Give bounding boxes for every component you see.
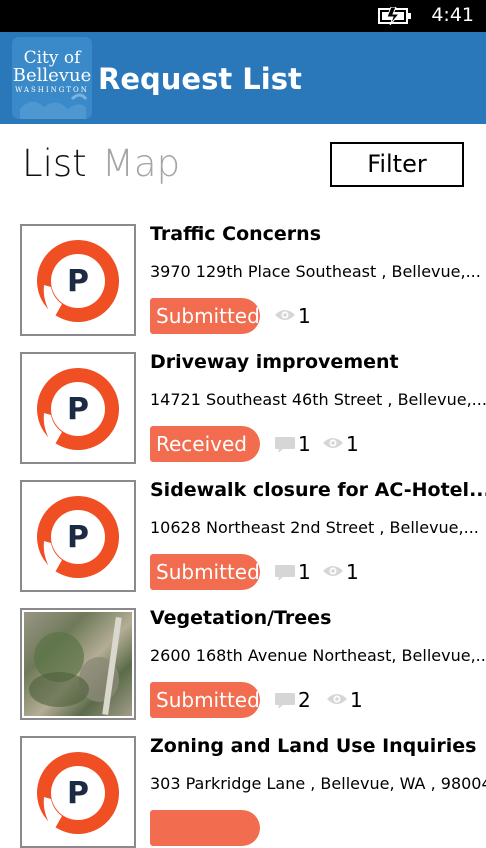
list-item[interactable]: P Zoning and Land Use Inquiries 303 Park… [0, 735, 486, 848]
request-title: Driveway improvement [150, 351, 399, 373]
svg-text:P: P [67, 520, 89, 555]
list-item[interactable]: Vegetation/Trees 2600 168th Avenue North… [0, 607, 486, 720]
city-of-bellevue-logo: City of Bellevue WASHINGTON [12, 37, 92, 119]
request-thumbnail: P [20, 480, 136, 592]
list-item[interactable]: P Driveway improvement 14721 Southeast 4… [0, 351, 486, 464]
comment-icon [275, 693, 295, 709]
eye-icon [323, 566, 343, 576]
status-badge: Submitted [150, 298, 260, 334]
comment-icon [275, 437, 295, 453]
request-address: 3970 129th Place Southeast , Bellevue,..… [150, 262, 481, 281]
request-title: Vegetation/Trees [150, 607, 332, 629]
request-thumbnail [20, 608, 136, 720]
view-count-value: 1 [350, 688, 363, 712]
status-badge: Received [150, 426, 260, 462]
list-item[interactable]: P Sidewalk closure for AC-Hotel... 10628… [0, 479, 486, 592]
parking-logo-icon: P [37, 752, 119, 834]
tab-list[interactable]: List [22, 142, 87, 185]
request-address: 2600 168th Avenue Northeast, Bellevue,..… [150, 646, 486, 665]
filter-button[interactable]: Filter [330, 142, 464, 187]
eye-icon [327, 694, 347, 704]
request-address: 14721 Southeast 46th Street , Bellevue,.… [150, 390, 486, 409]
status-badge: Submitted [150, 682, 260, 718]
request-address: 10628 Northeast 2nd Street , Bellevue,..… [150, 518, 479, 537]
comment-count-value: 2 [298, 688, 311, 712]
parking-logo-icon: P [37, 240, 119, 322]
request-title: Traffic Concerns [150, 223, 322, 245]
request-title: Sidewalk closure for AC-Hotel... [150, 479, 486, 501]
vegetation-photo [24, 612, 132, 716]
list-item[interactable]: P Traffic Concerns 3970 129th Place Sout… [0, 223, 486, 336]
request-thumbnail: P [20, 736, 136, 848]
eye-icon [323, 438, 343, 448]
request-address: 303 Parkridge Lane , Bellevue, WA , 9800… [150, 774, 486, 793]
request-thumbnail: P [20, 352, 136, 464]
parking-logo-icon: P [37, 368, 119, 450]
svg-text:P: P [67, 264, 89, 299]
comment-icon [275, 565, 295, 581]
status-badge: Submitted [150, 554, 260, 590]
view-count-value: 1 [346, 560, 359, 584]
svg-text:P: P [67, 776, 89, 811]
request-title: Zoning and Land Use Inquiries [150, 735, 477, 757]
request-thumbnail: P [20, 224, 136, 336]
parking-logo-icon: P [37, 496, 119, 578]
status-badge [150, 810, 260, 846]
view-count-value: 1 [346, 432, 359, 456]
svg-text:P: P [67, 392, 89, 427]
logo-state-text: WASHINGTON [15, 86, 89, 94]
page-title: Request List [98, 62, 302, 96]
status-bar: 4:41 [0, 0, 486, 32]
comment-count-value: 1 [298, 432, 311, 456]
battery-charging-icon [378, 7, 411, 25]
eye-icon [275, 310, 295, 320]
logo-name-text: Bellevue [12, 65, 92, 86]
status-time: 4:41 [431, 4, 474, 26]
view-count-value: 1 [298, 304, 311, 328]
comment-count-value: 1 [298, 560, 311, 584]
tab-map[interactable]: Map [102, 142, 180, 185]
